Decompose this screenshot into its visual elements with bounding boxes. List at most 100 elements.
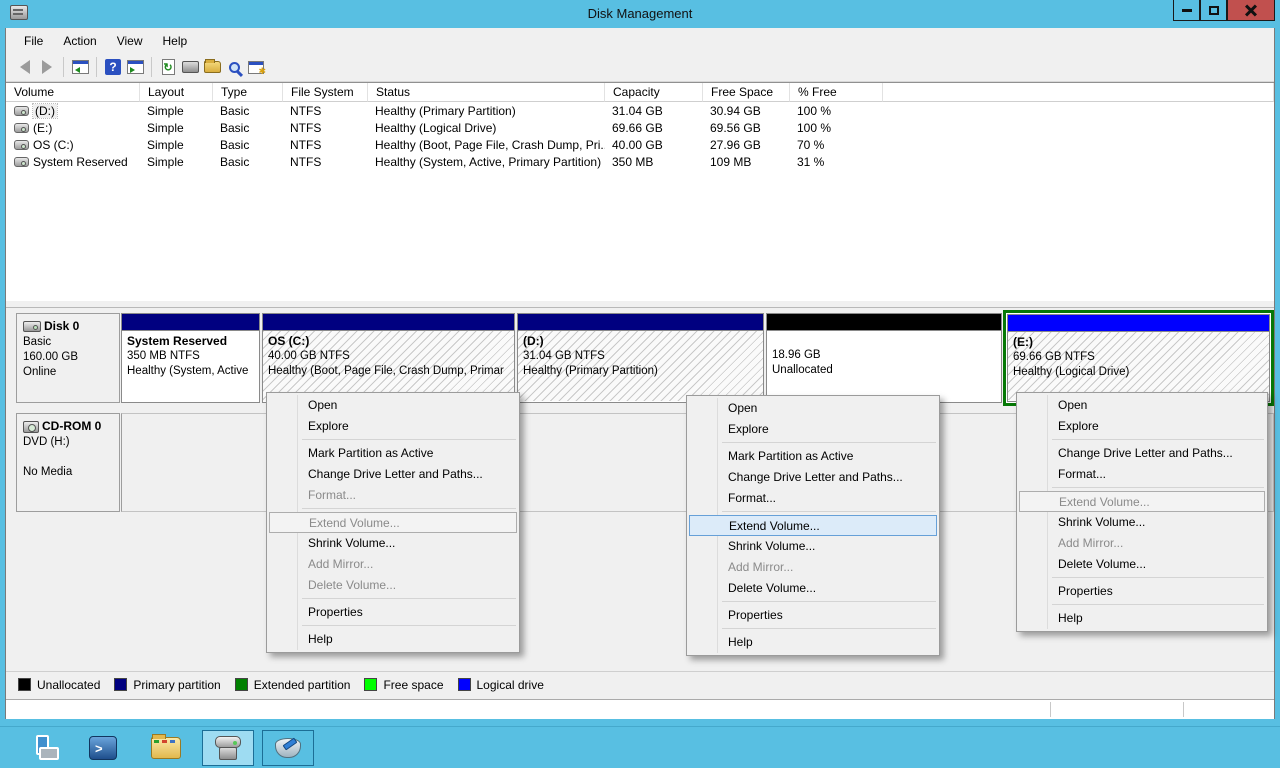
legend-swatch-extended	[235, 678, 248, 691]
maximize-icon	[1209, 6, 1219, 15]
menu-item-add-mirror: Add Mirror...	[268, 554, 518, 575]
menu-file[interactable]: File	[14, 31, 53, 51]
col-status[interactable]: Status	[368, 83, 605, 102]
menu-item-open[interactable]: Open	[268, 395, 518, 416]
menu-item-add-mirror: Add Mirror...	[1018, 533, 1266, 554]
menu-item-change-letter[interactable]: Change Drive Letter and Paths...	[688, 467, 938, 488]
menu-item-shrink-volume[interactable]: Shrink Volume...	[1018, 512, 1266, 533]
partition-d[interactable]: (D:) 31.04 GB NTFS Healthy (Primary Part…	[517, 313, 764, 403]
toolbar: ? ↻	[6, 53, 1274, 82]
close-icon	[1245, 4, 1257, 16]
menu-item-help[interactable]: Help	[268, 629, 518, 650]
partition-status: Unallocated	[772, 363, 1001, 378]
partition-os-c[interactable]: OS (C:) 40.00 GB NTFS Healthy (Boot, Pag…	[262, 313, 515, 403]
cell-capacity: 31.04 GB	[605, 104, 703, 118]
menu-item-mark-active[interactable]: Mark Partition as Active	[688, 446, 938, 467]
cdrom-panel[interactable]: CD-ROM 0 DVD (H:) No Media	[16, 413, 120, 512]
menu-item-format[interactable]: Format...	[1018, 464, 1266, 485]
cell-layout: Simple	[140, 138, 213, 152]
partition-status: Healthy (Boot, Page File, Crash Dump, Pr…	[268, 364, 514, 379]
taskbar-server-manager-button[interactable]	[27, 730, 67, 766]
taskbar-file-explorer-button[interactable]	[146, 730, 186, 766]
close-button[interactable]	[1227, 0, 1275, 21]
partition-color-bar	[1008, 315, 1269, 331]
partition-color-bar	[122, 314, 259, 330]
menu-item-properties[interactable]: Properties	[268, 602, 518, 623]
menu-action[interactable]: Action	[53, 31, 106, 51]
menu-item-explore[interactable]: Explore	[1018, 416, 1266, 437]
disk0-panel[interactable]: Disk 0 Basic 160.00 GB Online	[16, 313, 120, 403]
rescan-disks-icon[interactable]	[245, 56, 267, 78]
partition-unallocated[interactable]: 18.96 GB Unallocated	[766, 313, 1002, 403]
menu-separator	[1052, 487, 1264, 488]
show-action-pane-icon[interactable]	[124, 56, 146, 78]
menu-view[interactable]: View	[107, 31, 153, 51]
menu-item-format[interactable]: Format...	[688, 488, 938, 509]
partition-e[interactable]: (E:) 69.66 GB NTFS Healthy (Logical Driv…	[1007, 314, 1270, 402]
menu-item-delete-volume[interactable]: Delete Volume...	[688, 578, 938, 599]
menu-help[interactable]: Help	[153, 31, 198, 51]
cell-volume: (D:)	[33, 104, 57, 118]
maximize-button[interactable]	[1200, 0, 1227, 21]
menu-item-help[interactable]: Help	[688, 632, 938, 653]
taskbar-disk-management-button[interactable]	[202, 730, 254, 766]
table-row[interactable]: (E:) Simple Basic NTFS Healthy (Logical …	[6, 119, 1274, 136]
col-freespace[interactable]: Free Space	[703, 83, 790, 102]
col-layout[interactable]: Layout	[140, 83, 213, 102]
menu-separator	[1052, 577, 1264, 578]
partition-color-bar	[518, 314, 763, 330]
cell-status: Healthy (Logical Drive)	[368, 121, 605, 135]
cell-type: Basic	[213, 121, 283, 135]
menu-item-help[interactable]: Help	[1018, 608, 1266, 629]
title-bar[interactable]: Disk Management	[0, 0, 1280, 28]
minimize-button[interactable]	[1173, 0, 1200, 21]
partition-size: 350 MB NTFS	[127, 349, 259, 364]
legend-bar: Unallocated Primary partition Extended p…	[6, 671, 1274, 697]
menu-item-delete-volume[interactable]: Delete Volume...	[1018, 554, 1266, 575]
window-title: Disk Management	[0, 6, 1280, 21]
partition-size: 40.00 GB NTFS	[268, 349, 514, 364]
menu-item-change-letter[interactable]: Change Drive Letter and Paths...	[268, 464, 518, 485]
cdrom-icon	[23, 421, 39, 433]
table-row[interactable]: System Reserved Simple Basic NTFS Health…	[6, 153, 1274, 170]
taskbar-powershell-button[interactable]: >	[83, 730, 123, 766]
col-volume[interactable]: Volume	[6, 83, 140, 102]
forward-icon[interactable]	[36, 56, 58, 78]
desktop: { "window": { "title": "Disk Management"…	[0, 0, 1280, 768]
menu-item-explore[interactable]: Explore	[268, 416, 518, 437]
partition-color-bar	[263, 314, 514, 330]
menu-item-extend-volume[interactable]: Extend Volume...	[689, 515, 937, 536]
partition-size: 31.04 GB NTFS	[523, 349, 763, 364]
menu-separator	[302, 625, 516, 626]
menu-item-mark-active[interactable]: Mark Partition as Active	[268, 443, 518, 464]
col-pctfree[interactable]: % Free	[790, 83, 883, 102]
refresh-icon[interactable]: ↻	[157, 56, 179, 78]
view-icon[interactable]	[223, 56, 245, 78]
menu-item-explore[interactable]: Explore	[688, 419, 938, 440]
taskbar: > ▲ ✕ ✕ 5:24 PM 5/20/2019	[0, 726, 1280, 768]
volume-icon	[14, 140, 29, 150]
menu-item-properties[interactable]: Properties	[688, 605, 938, 626]
show-console-tree-icon[interactable]	[69, 56, 91, 78]
cell-free: 69.56 GB	[703, 121, 790, 135]
volume-icon	[14, 106, 29, 116]
menu-item-shrink-volume[interactable]: Shrink Volume...	[268, 533, 518, 554]
table-row[interactable]: (D:) Simple Basic NTFS Healthy (Primary …	[6, 102, 1274, 119]
cell-volume: System Reserved	[33, 155, 128, 169]
menu-item-shrink-volume[interactable]: Shrink Volume...	[688, 536, 938, 557]
menu-item-open[interactable]: Open	[688, 398, 938, 419]
help-icon[interactable]: ?	[102, 56, 124, 78]
back-icon[interactable]	[14, 56, 36, 78]
menu-item-change-letter[interactable]: Change Drive Letter and Paths...	[1018, 443, 1266, 464]
menu-item-open[interactable]: Open	[1018, 395, 1266, 416]
col-type[interactable]: Type	[213, 83, 283, 102]
taskbar-disk-tool-button[interactable]	[262, 730, 314, 766]
pane-splitter[interactable]	[6, 300, 1274, 308]
menu-item-properties[interactable]: Properties	[1018, 581, 1266, 602]
table-row[interactable]: OS (C:) Simple Basic NTFS Healthy (Boot,…	[6, 136, 1274, 153]
col-capacity[interactable]: Capacity	[605, 83, 703, 102]
disk-properties-icon[interactable]	[179, 56, 201, 78]
col-filesystem[interactable]: File System	[283, 83, 368, 102]
partition-system-reserved[interactable]: System Reserved 350 MB NTFS Healthy (Sys…	[121, 313, 260, 403]
open-folder-icon[interactable]	[201, 56, 223, 78]
